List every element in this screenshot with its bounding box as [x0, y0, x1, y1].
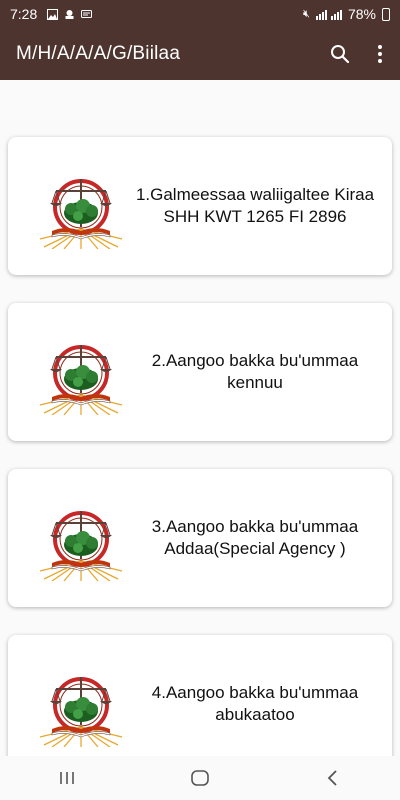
status-bar: 7:28 🔇︎ 78% [0, 0, 400, 28]
emblem-logo-icon [38, 503, 124, 581]
list-item-label: 3.Aangoo bakka bu'ummaa Addaa(Special Ag… [151, 517, 359, 558]
list-item-label: 4.Aangoo bakka bu'ummaa abukaatoo [151, 683, 359, 724]
search-button[interactable] [320, 34, 360, 74]
back-button[interactable] [303, 758, 363, 798]
list-item[interactable]: 3.Aangoo bakka bu'ummaa Addaa(Special Ag… [8, 469, 392, 607]
recent-apps-icon [59, 772, 74, 784]
system-nav-bar [0, 756, 400, 800]
battery-icon [382, 7, 390, 21]
back-icon [328, 770, 337, 786]
list-item[interactable]: 1.Galmeessaa waliigaltee Kiraa SHH KWT 1… [8, 137, 392, 275]
emblem-logo-icon [38, 669, 124, 747]
status-time: 7:28 [10, 6, 38, 22]
list-item-label: 2.Aangoo bakka bu'ummaa kennuu [151, 351, 359, 392]
more-options-button[interactable] [360, 34, 400, 74]
list-item[interactable]: 2.Aangoo bakka bu'ummaa kennuu [8, 303, 392, 441]
emblem-logo-icon [38, 171, 124, 249]
page-title: M/H/A/A/A/G/Biilaa [16, 43, 181, 64]
recent-apps-button[interactable] [37, 758, 97, 798]
list-item-label: 1.Galmeessaa waliigaltee Kiraa SHH KWT 1… [135, 185, 375, 226]
mute-icon: 🔇︎ [303, 7, 310, 20]
list-item[interactable]: 4.Aangoo bakka bu'ummaa abukaatoo [8, 635, 392, 773]
home-button[interactable] [170, 758, 230, 798]
emblem-logo-icon [38, 337, 124, 415]
home-icon [191, 770, 209, 786]
app-bar: M/H/A/A/A/G/Biilaa [0, 28, 400, 80]
search-icon [331, 45, 350, 64]
notification-icon [65, 9, 74, 19]
gallery-icon [47, 8, 59, 20]
message-icon [81, 9, 93, 18]
signal-icon-2 [330, 9, 342, 20]
battery-percent: 78% [347, 6, 376, 22]
signal-icon [315, 9, 327, 20]
more-vert-icon [378, 45, 382, 63]
